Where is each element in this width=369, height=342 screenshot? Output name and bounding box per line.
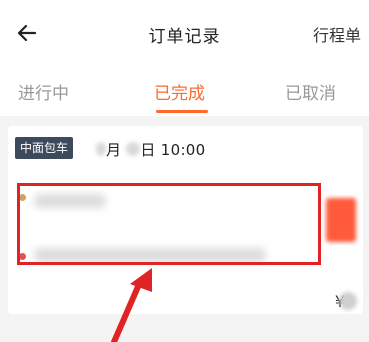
order-thumbnail <box>326 198 356 242</box>
order-time-month-suffix: 月 <box>106 141 122 159</box>
order-time-day-suffix: 日 10:00 <box>140 141 206 159</box>
blurred-month <box>96 142 106 156</box>
blurred-day <box>126 142 141 156</box>
order-time: 月 日 10:00 <box>96 139 206 160</box>
blurred-price-amount <box>339 292 357 310</box>
tab-completed[interactable]: 已完成 <box>154 79 205 104</box>
red-arrow-annotation <box>111 268 152 342</box>
vehicle-type-badge: 中面包车 <box>15 137 74 159</box>
route-highlight-box <box>17 183 321 265</box>
order-status-tabs: 进行中 已完成 已取消 <box>0 64 369 116</box>
top-bar: 订单记录 行程单 <box>0 0 369 64</box>
tab-in-progress[interactable]: 进行中 <box>18 79 69 104</box>
itinerary-button[interactable]: 行程单 <box>313 22 361 46</box>
tab-cancelled[interactable]: 已取消 <box>285 79 336 104</box>
order-card[interactable]: 中面包车 月 日 10:00 ¥ <box>8 126 363 314</box>
active-tab-indicator <box>156 110 208 113</box>
